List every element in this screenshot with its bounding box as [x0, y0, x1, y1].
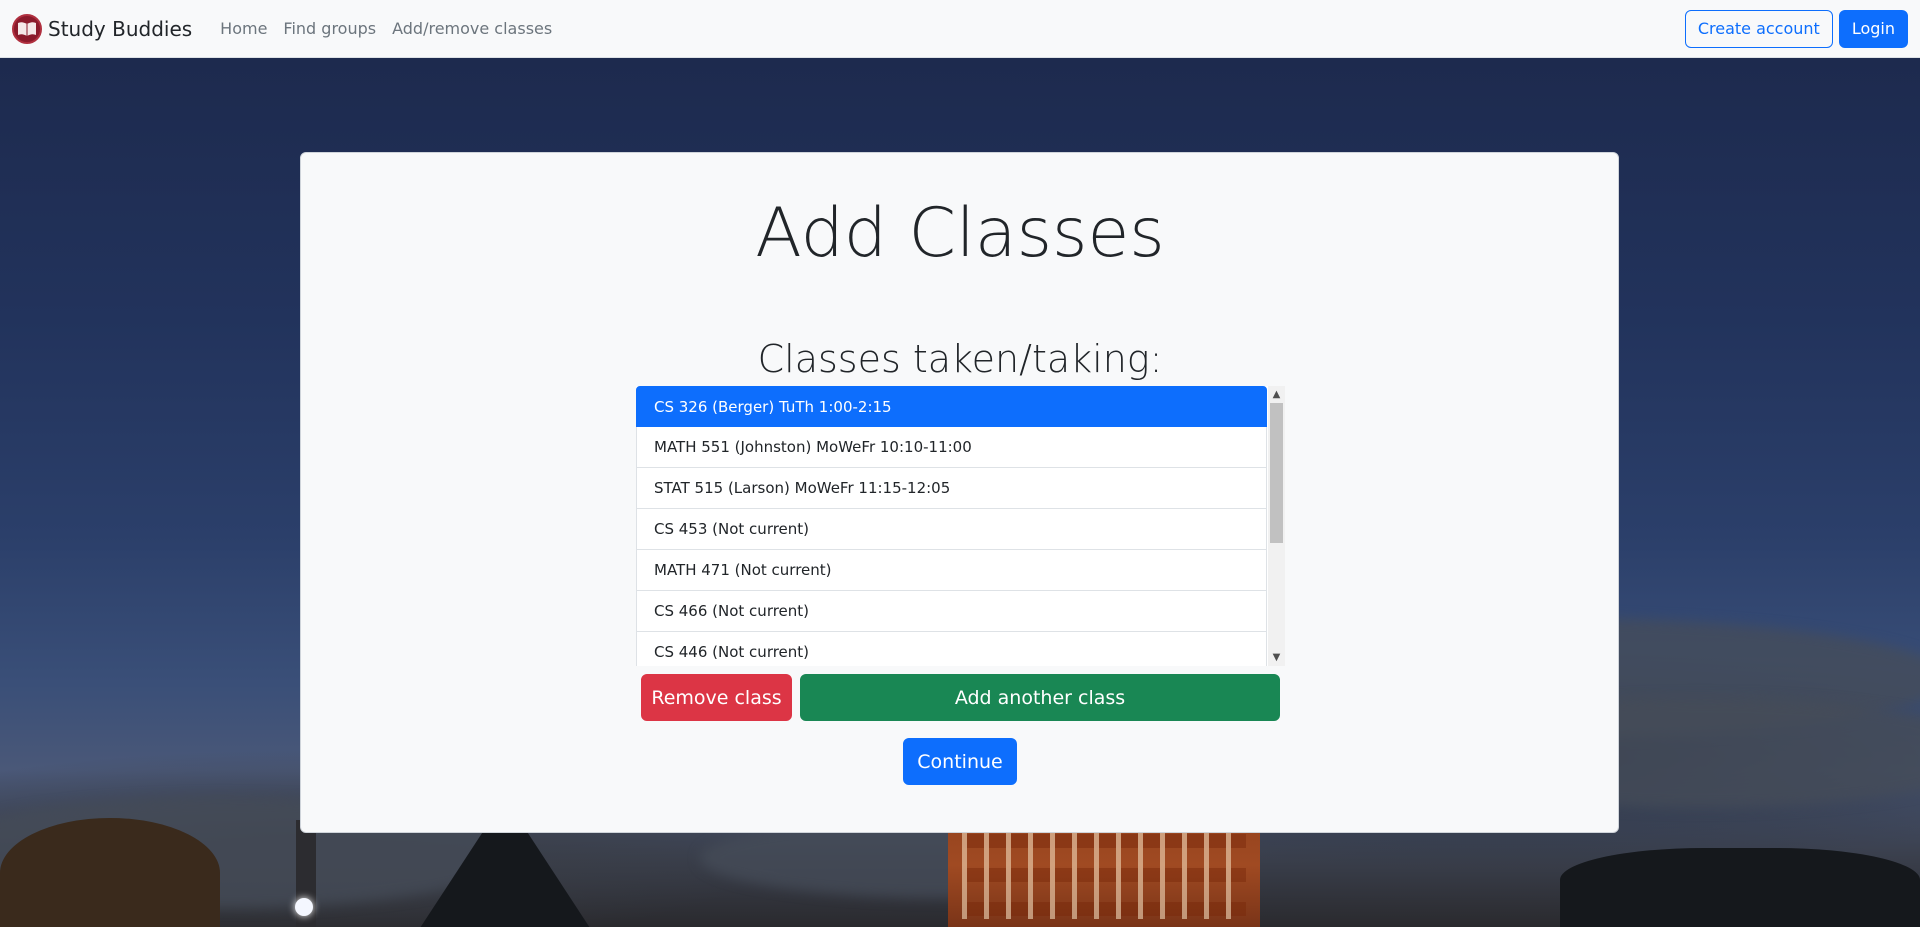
remove-class-button[interactable]: Remove class — [641, 674, 792, 721]
create-account-button[interactable]: Create account — [1684, 9, 1833, 48]
scroll-thumb[interactable] — [1270, 403, 1283, 543]
clock-face — [295, 898, 313, 916]
nav-links: Home Find groups Add/remove classes — [212, 19, 560, 38]
nav-add-remove-classes[interactable]: Add/remove classes — [384, 19, 560, 38]
login-button[interactable]: Login — [1838, 9, 1908, 48]
list-item[interactable]: CS 466 (Not current) — [636, 591, 1267, 632]
list-item[interactable]: CS 453 (Not current) — [636, 509, 1267, 550]
list-scrollbar[interactable]: ▲ ▼ — [1268, 386, 1285, 666]
classes-heading: Classes taken/taking: — [757, 337, 1163, 381]
list-item[interactable]: MATH 551 (Johnston) MoWeFr 10:10-11:00 — [636, 427, 1267, 468]
brand[interactable]: Study Buddies — [12, 13, 193, 44]
classes-list: CS 326 (Berger) TuTh 1:00-2:15 MATH 551 … — [636, 386, 1267, 666]
nav-actions: Create account Login — [1684, 9, 1908, 48]
list-item[interactable]: CS 326 (Berger) TuTh 1:00-2:15 — [636, 386, 1267, 427]
nav-find-groups[interactable]: Find groups — [275, 19, 384, 38]
brand-name: Study Buddies — [48, 16, 193, 41]
chevron-down-icon[interactable]: ▼ — [1268, 649, 1285, 666]
list-item[interactable]: MATH 471 (Not current) — [636, 550, 1267, 591]
continue-button[interactable]: Continue — [903, 738, 1017, 785]
list-item[interactable]: CS 446 (Not current) — [636, 632, 1267, 666]
add-class-button[interactable]: Add another class — [800, 674, 1280, 721]
navbar: Study Buddies Home Find groups Add/remov… — [0, 0, 1920, 58]
chevron-up-icon[interactable]: ▲ — [1268, 386, 1285, 403]
book-icon — [12, 13, 42, 44]
nav-home[interactable]: Home — [212, 19, 275, 38]
page-title: Add Classes — [755, 194, 1165, 273]
classes-listbox[interactable]: CS 326 (Berger) TuTh 1:00-2:15 MATH 551 … — [636, 386, 1285, 666]
list-item[interactable]: STAT 515 (Larson) MoWeFr 11:15-12:05 — [636, 468, 1267, 509]
